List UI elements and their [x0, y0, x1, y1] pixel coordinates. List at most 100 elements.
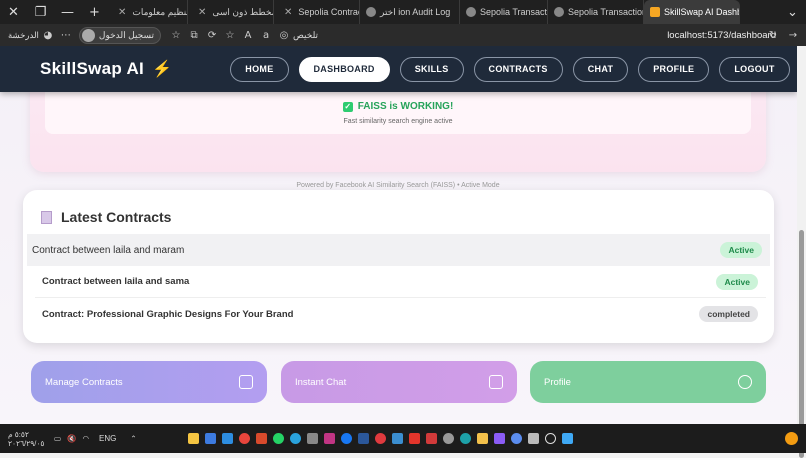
vscode-icon[interactable]	[222, 433, 233, 444]
page-scrollbar[interactable]	[797, 46, 806, 458]
document-icon	[41, 210, 52, 224]
copilot-icon[interactable]: ◕	[39, 30, 57, 41]
profile-button[interactable]: تسجيل الدخول	[78, 26, 162, 44]
telegram-icon[interactable]	[290, 433, 301, 444]
lightning-icon: ⚡	[152, 61, 173, 78]
contract-row[interactable]: Contract between laila and maram Active	[27, 234, 770, 266]
edge-icon[interactable]	[460, 433, 471, 444]
add-favorite-icon[interactable]: ☆	[221, 30, 239, 41]
forward-icon[interactable]: →	[784, 30, 802, 41]
volume-icon[interactable]: 🔇	[67, 434, 76, 443]
app-navbar: SkillSwap AI ⚡ HOME DASHBOARD SKILLS CON…	[0, 46, 797, 92]
settings-icon[interactable]	[443, 433, 454, 444]
browser-tab-strip: ✕ ❐ — + ✕ادارة تنظيم معلومات ✕مخطط ذون ا…	[0, 0, 806, 24]
acrobat-icon[interactable]	[409, 433, 420, 444]
nav-home[interactable]: HOME	[230, 56, 289, 82]
instant-chat-button[interactable]: Instant Chat	[281, 361, 517, 403]
faiss-status-text: ✓ FAISS is WORKING!	[342, 101, 454, 112]
avatar	[81, 28, 95, 42]
tab-favicon-icon	[466, 7, 476, 17]
summarize-label[interactable]: تلخيص	[293, 30, 318, 41]
brand-logo[interactable]: SkillSwap AI ⚡	[40, 59, 172, 79]
file-explorer-icon[interactable]	[477, 433, 488, 444]
app-icon[interactable]	[307, 433, 318, 444]
browser-tab[interactable]: Sepolia Transaction	[460, 0, 548, 24]
tab-favicon-icon	[650, 7, 660, 17]
minimize-window-icon[interactable]: —	[54, 0, 81, 24]
split-screen-icon[interactable]: ⧉	[185, 30, 203, 41]
status-badge: Active	[716, 273, 758, 290]
nav-contracts[interactable]: CONTRACTS	[473, 56, 563, 82]
close-tab-icon[interactable]: ✕	[284, 7, 292, 18]
browser-tab[interactable]: ✕مخطط ذون اسی_	[188, 0, 274, 24]
tab-list-chevron-icon[interactable]: ⌄	[779, 0, 806, 24]
browser-tab[interactable]: ✕ادارة تنظيم معلومات	[108, 0, 188, 24]
browser-tab[interactable]: اختر ion Audit Log	[360, 0, 460, 24]
nav-chat[interactable]: CHAT	[572, 56, 629, 82]
contract-row[interactable]: Contract between laila and sama Active	[35, 266, 766, 298]
check-icon: ✓	[342, 101, 353, 112]
new-tab-icon[interactable]: +	[81, 0, 108, 24]
edit-icon	[239, 375, 253, 389]
favorites-icon[interactable]: ☆	[167, 30, 185, 41]
user-check-icon	[738, 375, 752, 389]
nav-logout[interactable]: LOGOUT	[719, 56, 790, 82]
tray-overflow-chevron-icon[interactable]: ⌃	[130, 434, 136, 443]
windows-start-icon[interactable]	[562, 433, 573, 444]
word-icon[interactable]	[358, 433, 369, 444]
search-icon[interactable]	[545, 433, 556, 444]
contract-row[interactable]: Contract: Professional Graphic Designs F…	[35, 298, 766, 330]
close-tab-icon[interactable]: ✕	[198, 7, 206, 18]
restore-window-icon[interactable]: ❐	[27, 0, 54, 24]
browser-tab[interactable]: Sepolia Transaction	[548, 0, 644, 24]
battery-icon[interactable]: ▭	[54, 434, 61, 443]
copilot-icon[interactable]	[494, 433, 505, 444]
clock[interactable]: ٥:٥٢ م ٢٠٢٦/٢٩/٠٥	[0, 430, 46, 448]
facebook-icon[interactable]	[341, 433, 352, 444]
pinned-apps	[188, 433, 573, 444]
app-icon[interactable]	[528, 433, 539, 444]
profile-button-card[interactable]: Profile	[530, 361, 766, 403]
tab-favicon-icon	[554, 7, 564, 17]
page-viewport: ✓ FAISS is WORKING! Fast similarity sear…	[0, 46, 797, 424]
os-taskbar: ٥:٥٢ م ٢٠٢٦/٢٩/٠٥ ▭ 🔇 ◠ ENG ⌃	[0, 424, 806, 453]
refresh-icon[interactable]: ⟳	[203, 30, 221, 41]
faiss-subtitle: Fast similarity search engine active	[343, 118, 453, 125]
copilot-label[interactable]: الدرخشة	[8, 30, 39, 41]
more-options-icon[interactable]: ⋯	[57, 30, 75, 41]
translate-icon[interactable]: a	[257, 30, 275, 41]
status-badge: Active	[720, 242, 762, 258]
latest-contracts-card: Latest Contracts Contract between laila …	[23, 190, 774, 343]
nav-skills[interactable]: SKILLS	[399, 56, 464, 82]
browser-toolbar: الدرخشة ◕ ⋯ تسجيل الدخول ☆ ⧉ ⟳ ☆ A a ◎ ت…	[0, 24, 806, 46]
chat-icon	[489, 375, 503, 389]
app-icon[interactable]	[205, 433, 216, 444]
address-bar-url[interactable]: localhost:5173/dashboard	[667, 30, 776, 41]
notification-icon[interactable]	[785, 432, 798, 445]
language-indicator[interactable]: ENG	[99, 434, 116, 443]
summarize-icon[interactable]: ◎	[275, 30, 293, 41]
faiss-footer: Powered by Facebook AI Similarity Search…	[296, 182, 500, 189]
section-title: Latest Contracts	[61, 209, 172, 225]
app-icon[interactable]	[511, 433, 522, 444]
whatsapp-icon[interactable]	[273, 433, 284, 444]
close-window-icon[interactable]: ✕	[0, 0, 27, 24]
read-aloud-icon[interactable]: A	[239, 30, 257, 41]
wifi-icon[interactable]: ◠	[82, 434, 89, 443]
app-icon[interactable]	[375, 433, 386, 444]
reload-icon[interactable]: ↻	[764, 30, 782, 41]
app-icon[interactable]	[426, 433, 437, 444]
tab-favicon-icon	[366, 7, 376, 17]
chrome-icon[interactable]	[239, 433, 250, 444]
app-icon[interactable]	[188, 433, 199, 444]
close-tab-icon[interactable]: ✕	[118, 7, 126, 18]
nav-profile[interactable]: PROFILE	[638, 56, 710, 82]
status-badge: completed	[699, 306, 758, 322]
instagram-icon[interactable]	[324, 433, 335, 444]
powerpoint-icon[interactable]	[256, 433, 267, 444]
browser-tab[interactable]: ✕Sepolia Contract In	[274, 0, 360, 24]
browser-tab-active[interactable]: SkillSwap AI Dashb	[644, 0, 740, 24]
manage-contracts-button[interactable]: Manage Contracts	[31, 361, 267, 403]
app-icon[interactable]	[392, 433, 403, 444]
nav-dashboard[interactable]: DASHBOARD	[298, 56, 390, 82]
